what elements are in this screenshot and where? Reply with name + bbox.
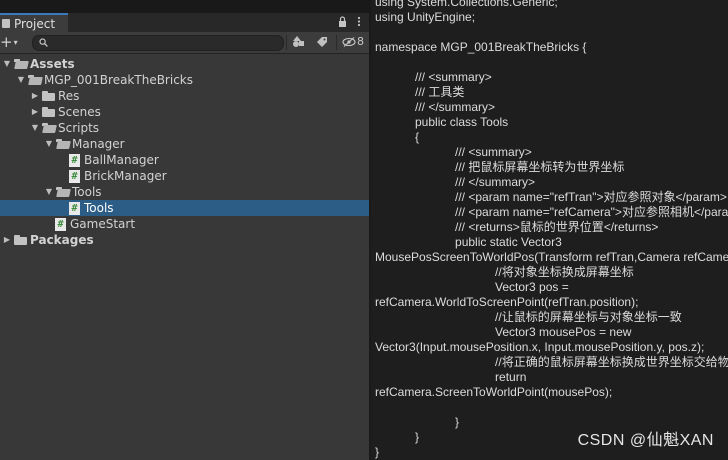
folder-icon bbox=[42, 107, 55, 117]
code-line: /// <returns>鼠标的世界位置</returns> bbox=[375, 220, 659, 234]
expand-arrow-icon[interactable]: ▶ bbox=[2, 232, 12, 248]
top-strip bbox=[0, 0, 369, 14]
code-line: /// </summary> bbox=[375, 100, 496, 114]
expand-arrow-icon[interactable]: ▶ bbox=[30, 104, 40, 120]
csharp-script-icon: # bbox=[55, 217, 66, 231]
csharp-script-icon: # bbox=[69, 169, 80, 183]
code-line: Vector3(Input.mousePosition.x, Input.mou… bbox=[375, 340, 705, 354]
code-line: /// </summary> bbox=[375, 175, 536, 189]
code-line: /// <summary> bbox=[375, 145, 532, 159]
tree-row[interactable]: ▼ Manager bbox=[0, 136, 369, 152]
search-by-type-icon[interactable] bbox=[289, 34, 307, 50]
watermark: CSDN @仙魁XAN bbox=[577, 432, 714, 449]
tree-row-label: Manager bbox=[72, 137, 125, 151]
tab-project-label: Project bbox=[14, 16, 56, 31]
folder-icon bbox=[14, 235, 27, 245]
tree-row-label: BallManager bbox=[84, 153, 159, 167]
code-line: using UnityEngine; bbox=[375, 10, 476, 24]
collapse-arrow-icon[interactable]: ▼ bbox=[44, 184, 54, 200]
folder-icon bbox=[42, 91, 55, 101]
tree-row[interactable]: ▶ Scenes bbox=[0, 104, 369, 120]
csharp-script-icon: # bbox=[69, 153, 80, 167]
tree-row-label: Scripts bbox=[58, 121, 100, 135]
tree-row[interactable]: # GameStart bbox=[0, 216, 369, 232]
folder-open-icon bbox=[14, 59, 27, 69]
project-tree: ▼ Assets ▼ MGP_001BreakTheBricks ▶ Res ▶ Scenes… bbox=[0, 56, 369, 248]
tree-row[interactable]: # Tools bbox=[0, 200, 369, 216]
toolbar-separator bbox=[286, 35, 287, 50]
code-line: refCamera.ScreenToWorldPoint(mousePos); bbox=[375, 385, 613, 399]
search-field[interactable] bbox=[32, 35, 284, 51]
code-line: public static Vector3 bbox=[375, 235, 562, 249]
folder-icon bbox=[2, 19, 10, 28]
tree-row-label: GameStart bbox=[70, 217, 136, 231]
code-line: //将正确的鼠标屏幕坐标换成世界坐标交给物体 bbox=[375, 355, 728, 369]
eye-slash-icon bbox=[342, 36, 356, 47]
tree-row-label: MGP_001BreakTheBricks bbox=[44, 73, 193, 87]
code-line: MousePosScreenToWorldPos(Transform refTr… bbox=[375, 250, 728, 264]
code-line: /// 工具类 bbox=[375, 85, 465, 99]
tab-project[interactable]: Project bbox=[0, 13, 68, 32]
code-editor: using System.Collections.Generic; using U… bbox=[371, 0, 728, 460]
collapse-arrow-icon[interactable]: ▼ bbox=[30, 120, 40, 136]
toolbar-separator bbox=[336, 35, 337, 50]
search-by-label-icon[interactable] bbox=[313, 34, 331, 50]
code-line: namespace MGP_001BreakTheBricks { bbox=[375, 40, 587, 54]
add-button-label: + bbox=[0, 33, 13, 51]
code-line: /// 把鼠标屏幕坐标转为世界坐标 bbox=[375, 160, 625, 174]
tree-row[interactable]: # BrickManager bbox=[0, 168, 369, 184]
tree-row-label: Res bbox=[58, 89, 80, 103]
tree-row-label: BrickManager bbox=[84, 169, 167, 183]
tab-actions bbox=[338, 16, 361, 30]
folder-open-icon bbox=[56, 187, 69, 197]
code-line: //将对象坐标换成屏幕坐标 bbox=[375, 265, 634, 279]
search-input[interactable] bbox=[51, 36, 277, 50]
code-line: /// <summary> bbox=[375, 70, 492, 84]
tab-bar-empty bbox=[68, 13, 369, 32]
code-line: Vector3 pos = bbox=[375, 280, 569, 294]
code-line: /// <param name="refTran">对应参照对象</param> bbox=[375, 190, 727, 204]
code-text: using System.Collections.Generic; using U… bbox=[375, 0, 728, 460]
project-toolbar: + ▾ 8 bbox=[0, 32, 369, 54]
tree-row[interactable]: ▶ Packages bbox=[0, 232, 369, 248]
tree-row[interactable]: ▶ Res bbox=[0, 88, 369, 104]
tree-row-label: Scenes bbox=[58, 105, 101, 119]
code-line: return bbox=[375, 370, 527, 384]
tree-row[interactable]: ▼ MGP_001BreakTheBricks bbox=[0, 72, 369, 88]
project-panel: Project + ▾ 8 ▼ Assets ▼ MGP_001BreakThe… bbox=[0, 0, 369, 460]
search-icon bbox=[39, 36, 48, 50]
code-line: public class Tools bbox=[375, 115, 509, 129]
code-line: using System.Collections.Generic; bbox=[375, 0, 558, 9]
collapse-arrow-icon[interactable]: ▼ bbox=[16, 72, 26, 88]
tree-row-label: Assets bbox=[30, 57, 75, 71]
code-line: /// <param name="refCamera">对应参照相机</para… bbox=[375, 205, 728, 219]
dropdown-arrow-icon: ▾ bbox=[13, 37, 18, 47]
folder-open-icon bbox=[56, 139, 69, 149]
hidden-count-label: 8 bbox=[357, 35, 364, 48]
expand-arrow-icon[interactable]: ▶ bbox=[30, 88, 40, 104]
tree-row-label: Packages bbox=[30, 233, 94, 247]
code-line: { bbox=[375, 130, 420, 144]
kebab-icon[interactable] bbox=[357, 16, 361, 30]
tree-row[interactable]: ▼ Scripts bbox=[0, 120, 369, 136]
csharp-script-icon: # bbox=[69, 201, 80, 215]
tree-row[interactable]: ▼ Tools bbox=[0, 184, 369, 200]
tree-row[interactable]: ▼ Assets bbox=[0, 56, 369, 72]
code-line: refCamera.WorldToScreenPoint(refTran.pos… bbox=[375, 295, 639, 309]
collapse-arrow-icon[interactable]: ▼ bbox=[2, 56, 12, 72]
tree-row-label: Tools bbox=[72, 185, 102, 199]
hidden-packages-toggle[interactable]: 8 bbox=[342, 35, 364, 48]
add-button[interactable]: + ▾ bbox=[0, 33, 18, 51]
folder-open-icon bbox=[42, 123, 55, 133]
folder-open-icon bbox=[28, 75, 41, 85]
tree-row-label: Tools bbox=[84, 201, 114, 215]
tree-row[interactable]: # BallManager bbox=[0, 152, 369, 168]
lock-icon[interactable] bbox=[338, 16, 347, 30]
collapse-arrow-icon[interactable]: ▼ bbox=[44, 136, 54, 152]
code-line: Vector3 mousePos = new bbox=[375, 325, 632, 339]
code-line: //让鼠标的屏幕坐标与对象坐标一致 bbox=[375, 310, 682, 324]
